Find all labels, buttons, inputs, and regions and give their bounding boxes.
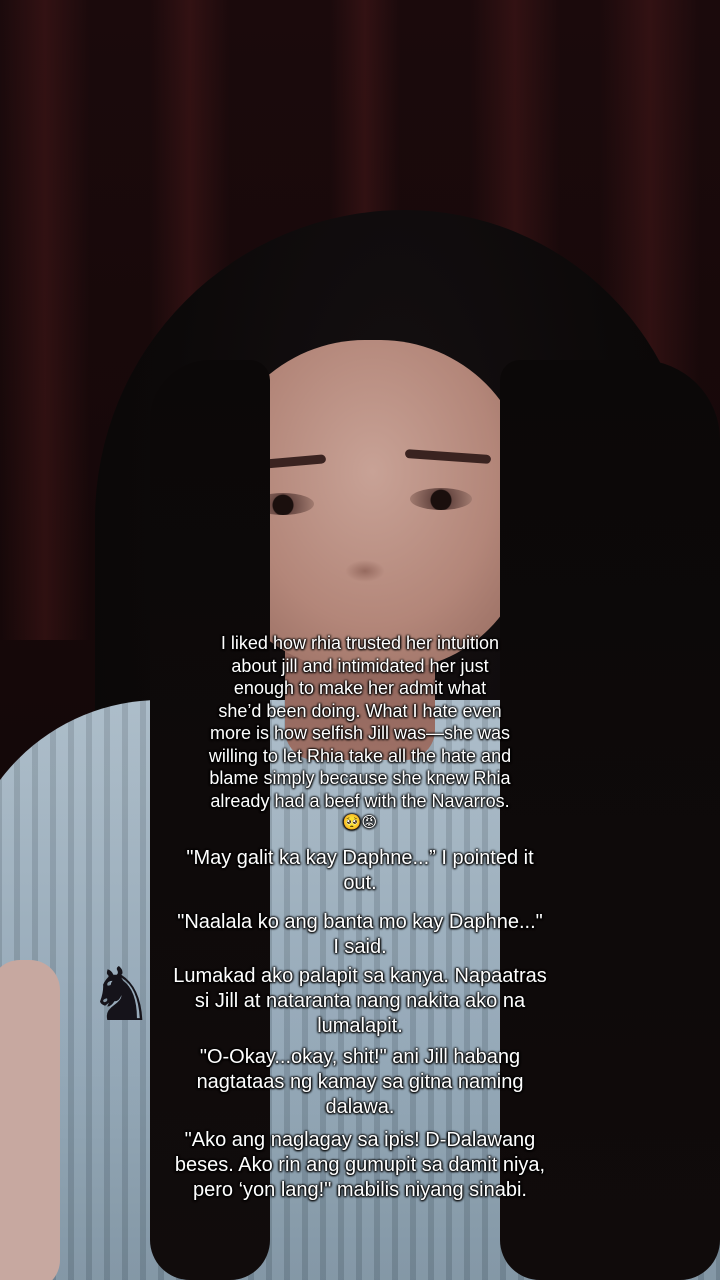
caption-line: "Ako ang naglagay sa ipis! D-Dalawang [184,1129,536,1151]
caption-line: nagtataas ng kamay sa gitna naming [196,1071,524,1093]
caption-block-okay: "O-Okay...okay, shit!" ani Jill habang n… [150,1045,570,1120]
horse-icon: ♞ [88,952,155,1038]
video-frame: ♞ I liked how rhia trusted her intuition… [0,0,720,1280]
caption-line: willing to let Rhia take all the hate an… [208,745,512,766]
caption-line: si Jill at nataranta nang nakita ako na [194,990,526,1012]
caption-line: more is how selfish Jill was—she was [209,723,511,743]
caption-block-daphne-banta: "Naalala ko ang banta mo kay Daphne..." … [150,910,570,960]
curtain-fold [0,0,90,640]
right-eye [410,488,472,510]
caption-block-lumakad: Lumakad ako palapit sa kanya. Napaatras … [150,964,570,1039]
caption-line: "May galit ka kay Daphne...” I pointed i… [186,847,534,869]
caption-line: beses. Ako rin ang gumupit sa damit niya… [174,1154,546,1176]
caption-line: dalawa. [325,1096,395,1118]
caption-line: about jill and intimidated her just [231,655,489,676]
caption-line: enough to make her admit what [233,678,487,698]
pleading-angry-face-icons: 🥺😡 [342,813,378,831]
caption-line: already had a beef with the Navarros. [210,790,510,811]
nose [345,560,385,582]
caption-line: pero ‘yon lang!" mabilis niyang sinabi. [193,1179,527,1201]
left-arm [0,960,60,1280]
caption-line: she’d been doing. What I hate even [218,700,502,721]
caption-line: out. [343,872,377,894]
caption-line: lumalapit. [317,1015,403,1037]
caption-line: I said. [333,936,387,958]
caption-line: I liked how rhia trusted her intuition [220,633,500,653]
caption-block-main: I liked how rhia trusted her intuition a… [150,632,570,832]
caption-overlay: I liked how rhia trusted her intuition a… [150,632,570,1203]
caption-block-daphne-galit: "May galit ka kay Daphne...” I pointed i… [150,846,570,896]
caption-line: Lumakad ako palapit sa kanya. Napaatras [173,965,547,987]
caption-line: "O-Okay...okay, shit!" ani Jill habang [199,1046,521,1068]
caption-block-ipis: "Ako ang naglagay sa ipis! D-Dalawang be… [150,1128,570,1203]
caption-line: "Naalala ko ang banta mo kay Daphne..." [177,911,543,933]
caption-line: blame simply because she knew Rhia [209,768,511,788]
